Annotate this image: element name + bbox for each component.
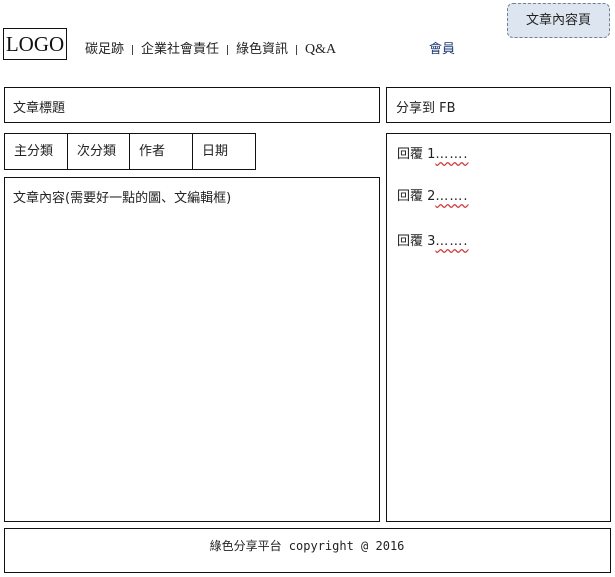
reply-label: 回覆 1 xyxy=(397,147,436,162)
member-link[interactable]: 會員 xyxy=(429,38,455,57)
nav-item-carbon-footprint[interactable]: 碳足跡 xyxy=(85,42,124,57)
article-content: 文章內容(需要好一點的圖、文編輯框) xyxy=(13,191,232,206)
reply-ellipsis: ……. xyxy=(435,189,469,204)
share-fb-label: 分享到 FB xyxy=(396,101,456,116)
article-title: 文章標題 xyxy=(13,101,66,116)
page-tag: 文章內容頁 xyxy=(507,3,610,38)
reply-item[interactable]: 回覆 1……. xyxy=(397,143,469,162)
nav-divider xyxy=(227,44,229,55)
reply-ellipsis: ……. xyxy=(435,147,469,162)
reply-label: 回覆 2 xyxy=(397,189,436,204)
nav-item-csr[interactable]: 企業社會責任 xyxy=(141,42,219,57)
reply-item[interactable]: 回覆 3……. xyxy=(397,230,469,249)
nav-divider xyxy=(296,44,298,55)
reply-ellipsis: ……. xyxy=(435,234,469,249)
nav-item-qa[interactable]: Q&A xyxy=(305,42,336,57)
article-content-box[interactable]: 文章內容(需要好一點的圖、文編輯框) xyxy=(4,177,380,522)
share-fb-box[interactable]: 分享到 FB xyxy=(386,87,611,123)
nav-divider xyxy=(132,44,134,55)
footer-copyright: 綠色分享平台 copyright @ 2016 xyxy=(209,539,405,553)
nav-item-green-info[interactable]: 綠色資訊 xyxy=(236,42,288,57)
sub-category[interactable]: 次分類 xyxy=(67,133,130,170)
date[interactable]: 日期 xyxy=(192,133,256,170)
main-nav: 碳足跡 企業社會責任 綠色資訊 Q&A xyxy=(85,38,336,58)
reply-item[interactable]: 回覆 2……. xyxy=(397,185,469,204)
reply-label: 回覆 3 xyxy=(397,234,436,249)
article-title-box: 文章標題 xyxy=(4,87,380,123)
logo[interactable]: LOGO xyxy=(3,28,67,60)
author[interactable]: 作者 xyxy=(129,133,193,170)
main-category[interactable]: 主分類 xyxy=(4,133,68,170)
